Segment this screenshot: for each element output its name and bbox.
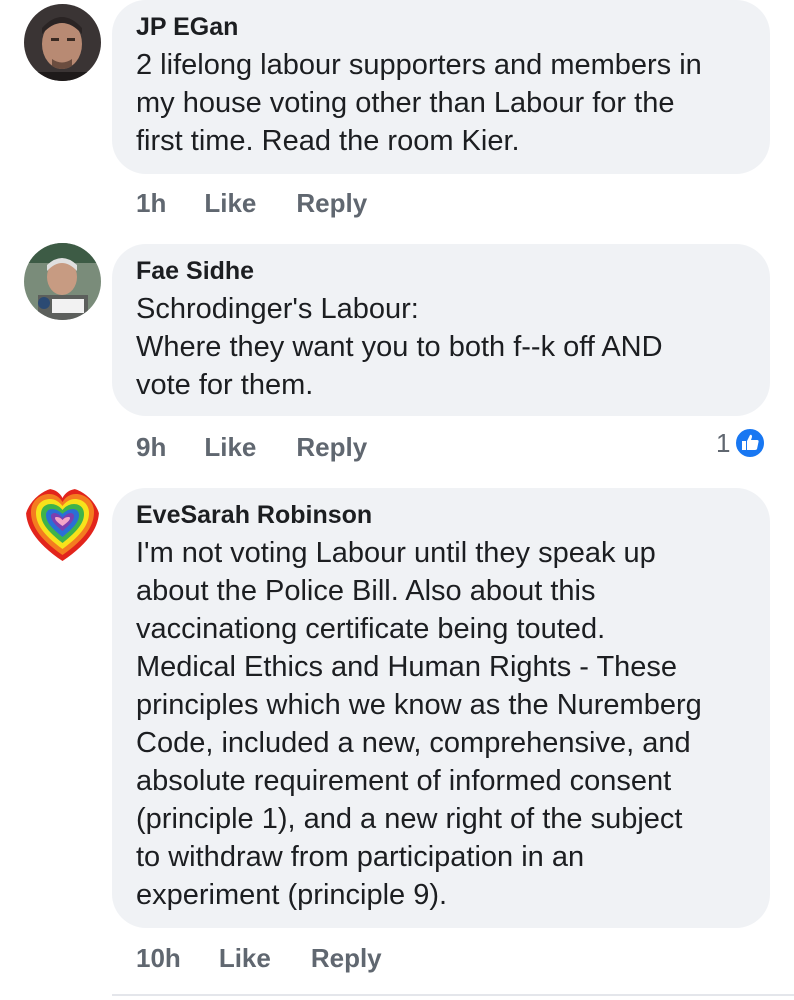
- reaction-summary[interactable]: 1: [716, 427, 767, 459]
- comment-actions-1: 1h Like Reply: [136, 187, 407, 219]
- comment-text: 2 lifelong labour supporters and members…: [136, 49, 702, 157]
- reply-button[interactable]: Reply: [296, 187, 367, 219]
- comment-bubble-1: JP EGan 2 lifelong labour supporters and…: [112, 0, 770, 174]
- avatar-fae-sidhe[interactable]: [24, 243, 101, 320]
- comment-timestamp[interactable]: 10h: [136, 942, 181, 974]
- thumbs-up-icon: [734, 427, 767, 459]
- like-button[interactable]: Like: [204, 187, 256, 219]
- comment-bubble-2: Fae Sidhe Schrodinger's Labour: Where th…: [112, 244, 770, 416]
- comment-actions-2: 9h Like Reply: [136, 431, 407, 463]
- comment-actions-3: 10h Like Reply: [136, 942, 422, 974]
- like-button[interactable]: Like: [219, 942, 271, 974]
- avatar-evesarah-robinson[interactable]: [24, 487, 101, 564]
- user-photo-icon: [24, 243, 101, 320]
- user-photo-icon: [24, 4, 101, 81]
- divider: [112, 994, 794, 996]
- comment-timestamp[interactable]: 1h: [136, 187, 166, 219]
- comment-author[interactable]: EveSarah Robinson: [136, 500, 746, 530]
- comment-author[interactable]: Fae Sidhe: [136, 256, 746, 286]
- reply-button[interactable]: Reply: [296, 431, 367, 463]
- avatar-jp-egan[interactable]: [24, 4, 101, 81]
- comment-text: I'm not voting Labour until they speak u…: [136, 537, 702, 911]
- comment-bubble-3: EveSarah Robinson I'm not voting Labour …: [112, 488, 770, 928]
- rainbow-heart-icon: [24, 487, 101, 564]
- reaction-count: 1: [716, 427, 731, 458]
- comment-author[interactable]: JP EGan: [136, 12, 746, 42]
- like-button[interactable]: Like: [204, 431, 256, 463]
- comment-text: Schrodinger's Labour: Where they want yo…: [136, 293, 663, 401]
- reply-button[interactable]: Reply: [311, 942, 382, 974]
- comment-timestamp[interactable]: 9h: [136, 431, 166, 463]
